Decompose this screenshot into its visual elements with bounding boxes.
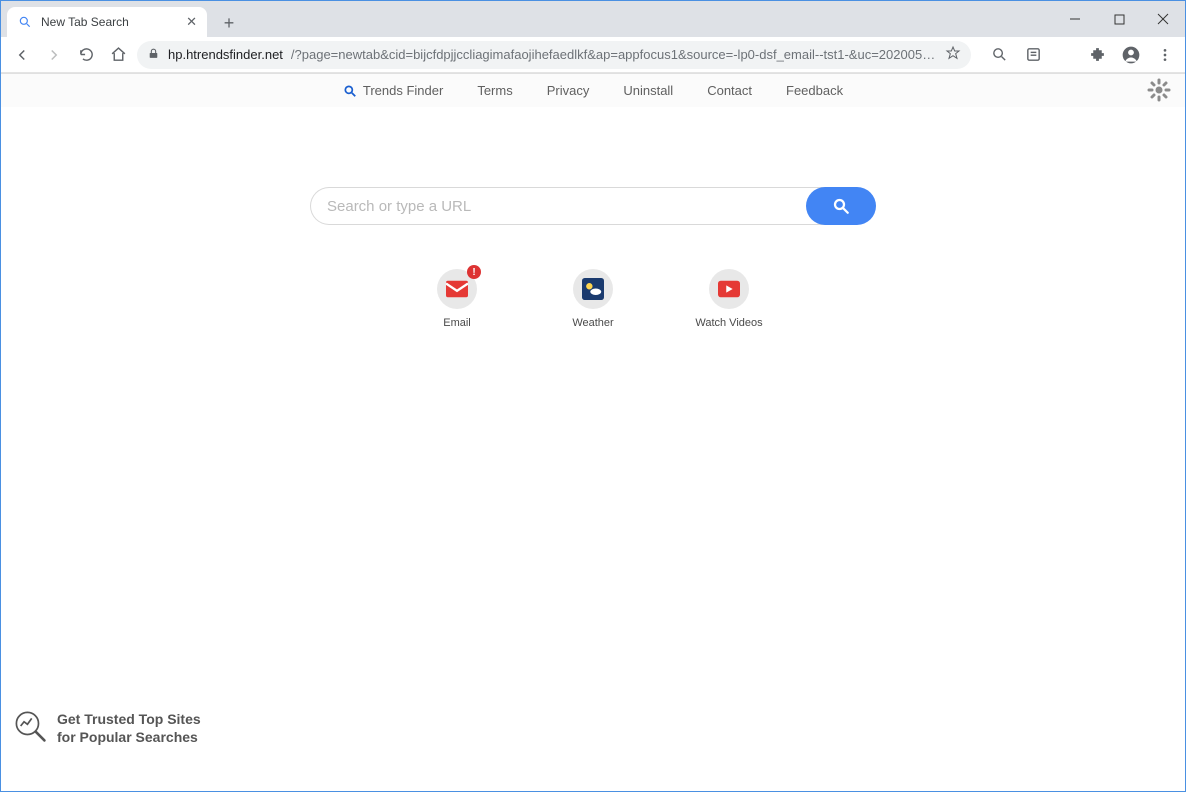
- shortcut-label: Weather: [572, 317, 613, 329]
- footer-link-terms[interactable]: Terms: [477, 83, 512, 98]
- profile-icon[interactable]: [1119, 43, 1143, 67]
- footer-link-feedback[interactable]: Feedback: [786, 83, 843, 98]
- back-button[interactable]: [9, 42, 35, 68]
- window-controls: [1053, 1, 1185, 37]
- shortcuts: ! Email Weather Watch Videos: [417, 269, 769, 329]
- shortcut-email[interactable]: ! Email: [417, 269, 497, 329]
- lock-icon: [147, 47, 160, 63]
- shortcut-label: Watch Videos: [695, 317, 762, 329]
- close-window-button[interactable]: [1141, 1, 1185, 37]
- reader-mode-icon[interactable]: [1021, 43, 1045, 67]
- search-input[interactable]: [310, 187, 826, 225]
- shortcut-weather[interactable]: Weather: [553, 269, 633, 329]
- search-icon: [17, 14, 33, 30]
- shortcut-watch-videos[interactable]: Watch Videos: [689, 269, 769, 329]
- settings-gear-icon[interactable]: [1145, 76, 1173, 104]
- bookmark-star-icon[interactable]: [945, 45, 961, 64]
- footer-brand: Trends Finder: [343, 83, 443, 98]
- extensions-icon[interactable]: [1085, 43, 1109, 67]
- promo-line2: for Popular Searches: [57, 728, 201, 746]
- url-path: /?page=newtab&cid=bijcfdpjjccliagimafaoj…: [291, 47, 937, 62]
- search-bar: [310, 187, 876, 225]
- url-domain: hp.htrendsfinder.net: [168, 47, 283, 62]
- minimize-button[interactable]: [1053, 1, 1097, 37]
- home-button[interactable]: [105, 42, 131, 68]
- search-button[interactable]: [806, 187, 876, 225]
- footer-link-uninstall[interactable]: Uninstall: [623, 83, 673, 98]
- shortcut-label: Email: [443, 317, 471, 329]
- footer-link-contact[interactable]: Contact: [707, 83, 752, 98]
- browser-tab[interactable]: New Tab Search ✕: [7, 7, 207, 37]
- zoom-icon[interactable]: [987, 43, 1011, 67]
- footer-link-privacy[interactable]: Privacy: [547, 83, 590, 98]
- page-content: Trends Finder ! Email Weather: [1, 73, 1185, 791]
- maximize-button[interactable]: [1097, 1, 1141, 37]
- promo-banner: Get Trusted Top Sites for Popular Search…: [13, 709, 201, 747]
- reload-button[interactable]: [73, 42, 99, 68]
- promo-icon: [13, 709, 47, 747]
- close-icon[interactable]: ✕: [186, 14, 197, 30]
- new-tab-button[interactable]: +: [215, 9, 243, 37]
- tab-title: New Tab Search: [41, 15, 129, 29]
- address-bar[interactable]: hp.htrendsfinder.net /?page=newtab&cid=bi…: [137, 41, 971, 69]
- menu-icon[interactable]: [1153, 43, 1177, 67]
- footer: Trends Finder Terms Privacy Uninstall Co…: [1, 73, 1185, 107]
- promo-line1: Get Trusted Top Sites: [57, 710, 201, 728]
- browser-toolbar: hp.htrendsfinder.net /?page=newtab&cid=bi…: [1, 37, 1185, 73]
- forward-button[interactable]: [41, 42, 67, 68]
- notification-badge: !: [467, 265, 481, 279]
- browser-tab-bar: New Tab Search ✕ +: [1, 1, 1185, 37]
